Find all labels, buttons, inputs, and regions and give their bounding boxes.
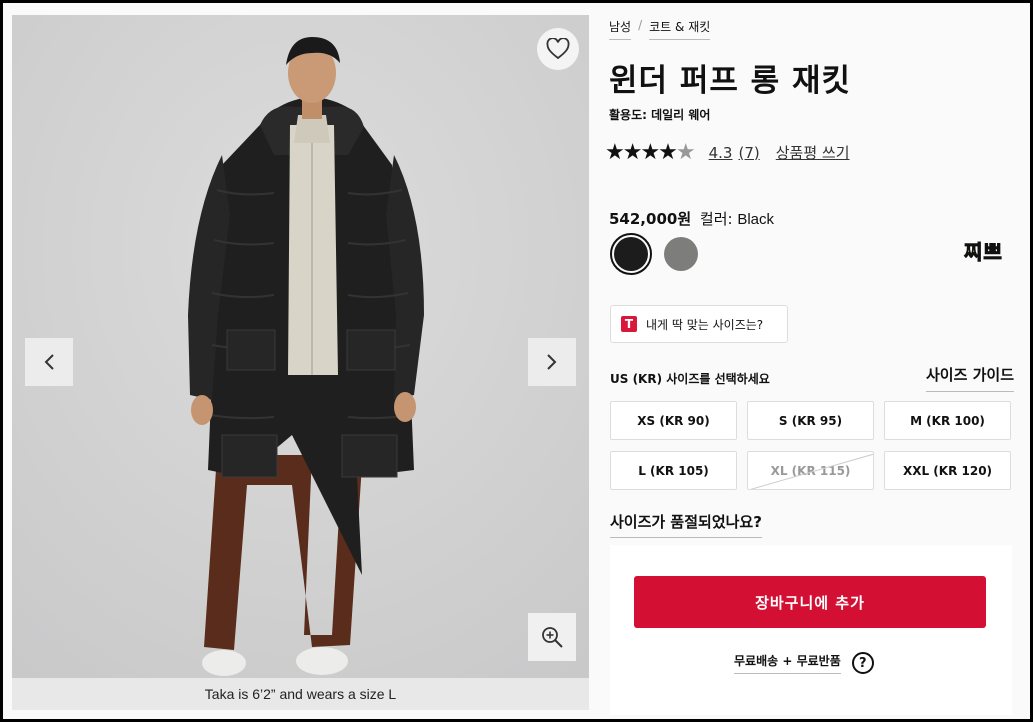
product-photo: [12, 15, 589, 678]
write-review-link[interactable]: 상품평 쓰기: [776, 142, 850, 163]
rating-score[interactable]: 4.3: [709, 144, 733, 162]
breadcrumb-item-coats[interactable]: 코트 & 재킷: [649, 18, 711, 40]
wishlist-button[interactable]: [537, 28, 579, 70]
product-page: Taka is 6’2” and wears a size L 남성 / 코트 …: [3, 3, 1030, 719]
chevron-right-icon: [547, 354, 557, 370]
rating-row: ★★★★★ 4.3 (7) 상품평 쓰기: [605, 140, 850, 165]
product-info: 남성 / 코트 & 재킷 윈더 퍼프 롱 재킷 활용도: 데일리 웨어 ★★★★…: [605, 3, 1024, 719]
help-icon[interactable]: ?: [851, 652, 874, 674]
fit-finder-logo-icon: T: [621, 316, 637, 332]
zoom-in-icon: [542, 627, 563, 648]
heart-icon: [546, 38, 570, 60]
price-line: 542,000원 컬러: Black: [609, 208, 774, 229]
swatch-grey[interactable]: [660, 233, 702, 275]
swatch-black-dot: [614, 237, 648, 271]
size-option-l[interactable]: L (KR 105): [610, 451, 737, 490]
breadcrumb: 남성 / 코트 & 재킷: [609, 18, 711, 40]
swatch-black[interactable]: [610, 233, 652, 275]
shipping-info: 무료배송 + 무료반품 ?: [734, 652, 874, 674]
cart-panel: 장바구니에 추가 무료배송 + 무료반품 ?: [610, 545, 1012, 715]
size-sold-out-link[interactable]: 사이즈가 품절되었나요?: [610, 511, 762, 538]
size-grid: XS (KR 90) S (KR 95) M (KR 100) L (KR 10…: [610, 401, 1012, 490]
size-option-xl-soldout[interactable]: XL (KR 115): [747, 451, 874, 490]
model-caption: Taka is 6’2” and wears a size L: [12, 678, 589, 710]
size-option-m[interactable]: M (KR 100): [884, 401, 1011, 440]
breadcrumb-separator: /: [638, 18, 643, 32]
review-count[interactable]: (7): [738, 144, 759, 162]
product-activity: 활용도: 데일리 웨어: [609, 108, 711, 122]
add-to-cart-button[interactable]: 장바구니에 추가: [634, 576, 986, 628]
size-prompt: US (KR) 사이즈를 선택하세요: [610, 372, 770, 386]
shipping-link[interactable]: 무료배송 + 무료반품: [734, 652, 841, 674]
fit-finder-label: 내게 딱 맞는 사이즈는?: [646, 317, 764, 332]
zoom-button[interactable]: [528, 613, 576, 661]
size-option-xxl[interactable]: XXL (KR 120): [884, 451, 1011, 490]
chevron-left-icon: [44, 354, 54, 370]
swatch-grey-dot: [664, 237, 698, 271]
product-gallery: Taka is 6’2” and wears a size L: [12, 15, 589, 710]
color-swatches: [610, 233, 702, 275]
size-guide-link[interactable]: 사이즈 가이드: [925, 364, 1014, 392]
product-price: 542,000원: [609, 210, 692, 228]
rating-stars: ★★★★★: [605, 140, 696, 165]
color-value: Black: [737, 211, 775, 228]
fit-finder-button[interactable]: T 내게 딱 맞는 사이즈는?: [610, 305, 788, 343]
size-option-s[interactable]: S (KR 95): [747, 401, 874, 440]
prev-image-button[interactable]: [25, 338, 73, 386]
product-title: 윈더 퍼프 롱 재킷: [609, 63, 852, 99]
size-option-xs[interactable]: XS (KR 90): [610, 401, 737, 440]
breadcrumb-item-men[interactable]: 남성: [609, 18, 632, 40]
color-label: 컬러:: [699, 210, 733, 228]
sticker-badge: 찌쁘: [964, 240, 1003, 265]
next-image-button[interactable]: [528, 338, 576, 386]
